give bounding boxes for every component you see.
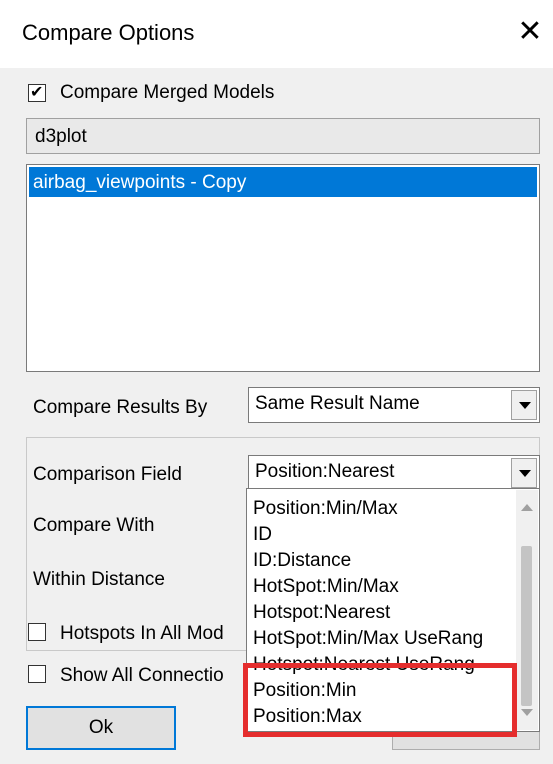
compare-merged-label: Compare Merged Models	[60, 82, 275, 103]
window-title: Compare Options	[22, 20, 195, 45]
source-model-field: d3plot	[26, 118, 540, 154]
ok-button[interactable]: Ok	[26, 706, 176, 750]
compare-results-by-value: Same Result Name	[255, 393, 420, 414]
hotspots-in-all-label: Hotspots In All Mod	[60, 623, 224, 644]
scroll-up-icon[interactable]	[521, 504, 533, 511]
source-model-value: d3plot	[35, 126, 87, 147]
scroll-thumb[interactable]	[521, 546, 532, 706]
compare-results-by-select[interactable]: Same Result Name	[248, 387, 540, 423]
dropdown-option[interactable]: ID	[253, 524, 272, 546]
comparison-field-label: Comparison Field	[33, 464, 182, 485]
compare-with-label: Compare With	[33, 515, 155, 536]
hotspots-in-all-checkbox[interactable]	[28, 623, 46, 641]
comparison-field-select[interactable]: Position:Nearest	[248, 455, 540, 491]
dropdown-option[interactable]: HotSpot:Min/Max UseRang	[253, 628, 483, 650]
models-listbox[interactable]: airbag_viewpoints - Copy	[26, 164, 540, 372]
dropdown-option[interactable]: HotSpot:Min/Max	[253, 576, 399, 598]
comparison-field-value: Position:Nearest	[255, 461, 395, 482]
ok-button-label: Ok	[88, 717, 114, 738]
scroll-down-icon[interactable]	[521, 709, 533, 716]
chevron-down-icon[interactable]	[511, 390, 537, 420]
chevron-down-icon[interactable]	[511, 458, 537, 488]
dropdown-option[interactable]: ID:Distance	[253, 550, 351, 572]
dropdown-scrollbar[interactable]	[516, 490, 538, 730]
compare-merged-checkbox[interactable]	[28, 82, 46, 102]
show-all-connections-checkbox[interactable]	[28, 665, 46, 683]
dropdown-option[interactable]: Hotspot:Nearest	[253, 602, 390, 624]
within-distance-label: Within Distance	[33, 569, 165, 590]
compare-results-by-label: Compare Results By	[33, 397, 208, 418]
list-item-label: airbag_viewpoints - Copy	[33, 172, 247, 193]
show-all-connections-label: Show All Connectio	[60, 665, 224, 686]
list-item[interactable]: airbag_viewpoints - Copy	[29, 167, 537, 197]
close-icon[interactable]: ✕	[512, 14, 548, 50]
highlight-box	[243, 663, 517, 737]
dropdown-option[interactable]: Position:Min/Max	[253, 498, 398, 520]
